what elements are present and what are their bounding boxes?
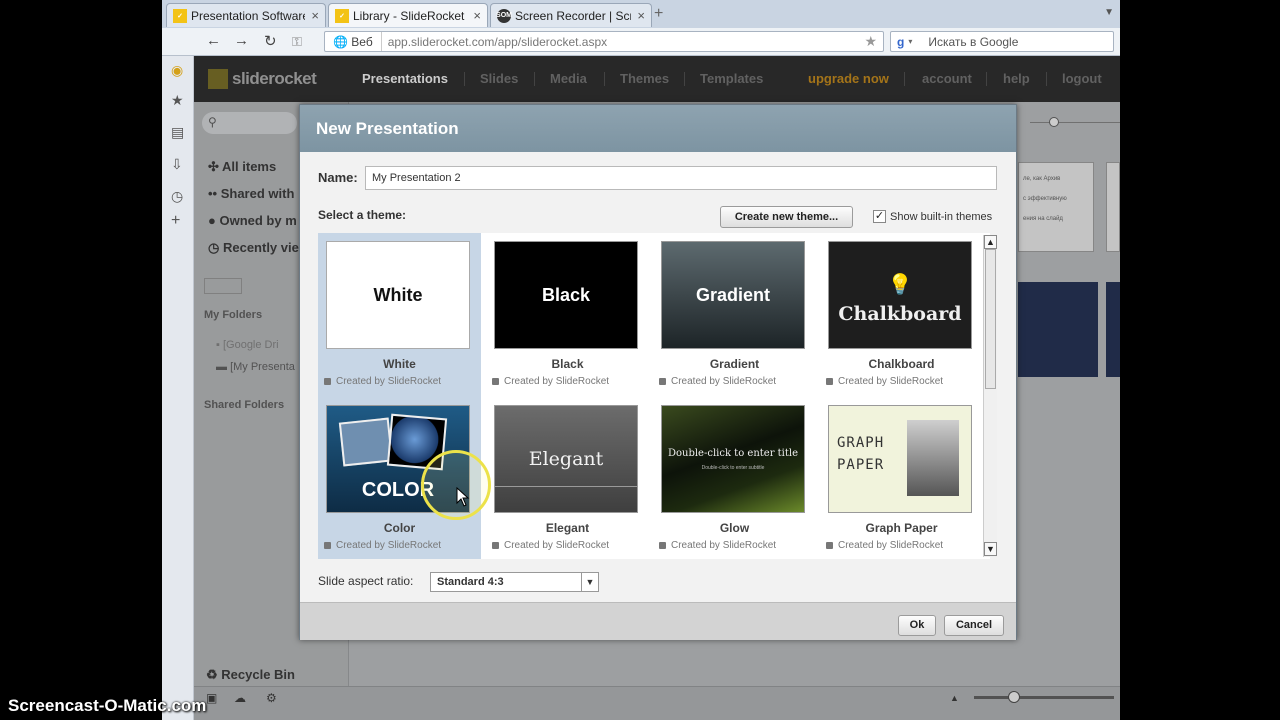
theme-glow[interactable]: Double-click to enter title Double-click… bbox=[653, 397, 816, 559]
lock-icon bbox=[492, 378, 499, 385]
tab-library[interactable]: ✓ Library - SlideRocket × bbox=[328, 3, 488, 27]
eiffel-tower-photo bbox=[907, 420, 959, 496]
lock-icon bbox=[324, 378, 331, 385]
lightbulb-icon: 💡 bbox=[887, 273, 913, 296]
lock-icon bbox=[659, 542, 666, 549]
theme-black[interactable]: Black Black Created by SlideRocket bbox=[486, 233, 649, 397]
scroll-up-icon[interactable]: ▲ bbox=[984, 235, 997, 249]
chevron-down-icon: ▼ bbox=[581, 573, 598, 591]
theme-thumbnail: 💡 Chalkboard bbox=[828, 241, 972, 349]
slide-rocket-icon: ✓ bbox=[173, 8, 187, 23]
name-label: Name: bbox=[318, 170, 358, 185]
tab-bar: ✓ Presentation Software |... × ✓ Library… bbox=[162, 0, 1120, 28]
tab-presentation-software[interactable]: ✓ Presentation Software |... × bbox=[166, 3, 326, 27]
theme-thumbnail: Double-click to enter title Double-click… bbox=[661, 405, 805, 513]
google-icon: g bbox=[897, 34, 905, 49]
som-icon: SOM bbox=[496, 8, 512, 23]
presentation-name-input[interactable] bbox=[365, 166, 997, 190]
browser-window: ✓ Presentation Software |... × ✓ Library… bbox=[162, 0, 1120, 720]
key-icon[interactable]: ⚿ bbox=[292, 34, 302, 50]
tab-menu-chevron-icon[interactable]: ▼ bbox=[1104, 7, 1114, 18]
slide-rocket-icon: ✓ bbox=[335, 8, 349, 23]
browser-sidebar: ◉ ★ ▤ ⇩ ◷ + bbox=[162, 56, 194, 720]
click-highlight bbox=[421, 450, 491, 520]
lock-icon bbox=[324, 542, 331, 549]
theme-thumbnail: Elegant bbox=[494, 405, 638, 513]
theme-thumbnail: White bbox=[326, 241, 470, 349]
theme-grid-scrollbar[interactable]: ▲ ▼ bbox=[983, 235, 997, 557]
mouse-cursor-icon bbox=[456, 487, 470, 507]
close-icon[interactable]: × bbox=[311, 8, 319, 23]
ok-button[interactable]: Ok bbox=[898, 615, 936, 636]
aspect-ratio-select[interactable]: Standard 4:3 ▼ bbox=[430, 572, 599, 592]
dialog-footer: Ok Cancel bbox=[300, 602, 1016, 640]
new-tab-icon[interactable]: + bbox=[654, 5, 663, 23]
add-panel-icon[interactable]: + bbox=[171, 212, 180, 230]
divider-line bbox=[495, 486, 637, 487]
theme-elegant[interactable]: Elegant Elegant Created by SlideRocket bbox=[486, 397, 649, 559]
search-box[interactable]: g ▾ Искать в Google bbox=[890, 31, 1114, 52]
select-theme-label: Select a theme: bbox=[318, 208, 407, 222]
theme-thumbnail: Gradient bbox=[661, 241, 805, 349]
close-icon[interactable]: × bbox=[473, 8, 481, 23]
downloads-icon[interactable]: ⇩ bbox=[171, 156, 183, 173]
lock-icon bbox=[659, 378, 666, 385]
sliderocket-app: sliderocket Presentations Slides Media T… bbox=[194, 56, 1120, 720]
moon-photo bbox=[338, 417, 394, 467]
dialog-title: New Presentation bbox=[300, 105, 1016, 152]
cancel-button[interactable]: Cancel bbox=[944, 615, 1004, 636]
notes-icon[interactable]: ▤ bbox=[171, 124, 184, 141]
url-prefix: 🌐 Веб bbox=[325, 32, 382, 51]
lock-icon bbox=[492, 542, 499, 549]
url-text: app.sliderocket.com/app/sliderocket.aspx bbox=[387, 34, 608, 49]
navigation-bar: ← → ↻ ⚿ 🌐 Веб app.sliderocket.com/app/sl… bbox=[162, 28, 1120, 56]
theme-chalkboard[interactable]: 💡 Chalkboard Chalkboard Created by Slide… bbox=[820, 233, 983, 397]
bookmark-star-icon[interactable]: ★ bbox=[864, 33, 883, 50]
favorites-star-icon[interactable]: ★ bbox=[171, 92, 184, 109]
theme-white[interactable]: White White Created by SlideRocket bbox=[318, 233, 481, 397]
history-clock-icon[interactable]: ◷ bbox=[171, 188, 183, 205]
back-icon[interactable]: ← bbox=[206, 32, 221, 49]
search-placeholder: Искать в Google bbox=[928, 34, 1019, 49]
scrollbar-thumb[interactable] bbox=[985, 249, 996, 389]
address-bar[interactable]: 🌐 Веб app.sliderocket.com/app/sliderocke… bbox=[324, 31, 884, 52]
lock-icon bbox=[826, 542, 833, 549]
close-icon[interactable]: × bbox=[637, 8, 645, 23]
tab-screen-recorder[interactable]: SOM Screen Recorder | Scree... × bbox=[490, 3, 652, 27]
mail-icon[interactable]: ◉ bbox=[171, 62, 183, 79]
show-builtin-themes-checkbox[interactable]: ✓ bbox=[873, 210, 886, 223]
theme-grid: White White Created by SlideRocket Black… bbox=[318, 233, 990, 559]
scroll-down-icon[interactable]: ▼ bbox=[984, 542, 997, 556]
forward-icon[interactable]: → bbox=[234, 32, 249, 49]
theme-gradient[interactable]: Gradient Gradient Created by SlideRocket bbox=[653, 233, 816, 397]
theme-thumbnail: Black bbox=[494, 241, 638, 349]
create-new-theme-button[interactable]: Create new theme... bbox=[720, 206, 853, 228]
lock-icon bbox=[826, 378, 833, 385]
watermark: Screencast-O-Matic.com bbox=[8, 696, 207, 715]
reload-icon[interactable]: ↻ bbox=[264, 32, 277, 50]
theme-graph-paper[interactable]: GRAPH PAPER Graph Paper Created by Slide… bbox=[820, 397, 983, 559]
aspect-ratio-label: Slide aspect ratio: bbox=[318, 574, 414, 588]
new-presentation-dialog: New Presentation Name: Select a theme: C… bbox=[299, 104, 1017, 640]
theme-thumbnail: GRAPH PAPER bbox=[828, 405, 972, 513]
show-builtin-themes-label: Show built-in themes bbox=[890, 211, 993, 223]
